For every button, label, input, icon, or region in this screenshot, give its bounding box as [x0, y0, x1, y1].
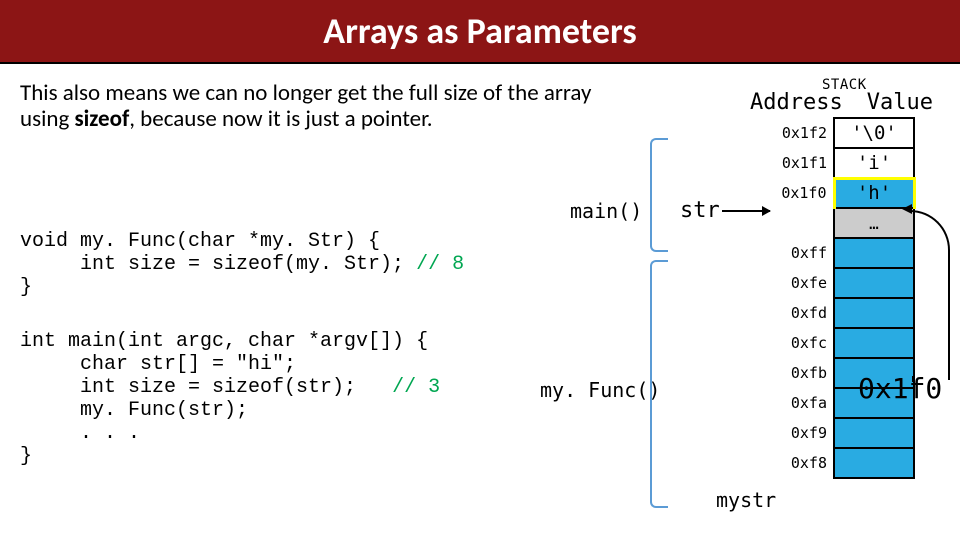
code-line: . . .: [20, 422, 140, 445]
stack-cell-value: 'i': [834, 148, 914, 178]
code-line: int main(int argc, char *argv[]) {: [20, 330, 428, 353]
stack-cell-value: '\0': [834, 118, 914, 148]
code-line: }: [20, 276, 32, 299]
stack-cell-addr: 0xfa: [770, 388, 834, 418]
stack-row: 0xff: [770, 238, 914, 268]
code-line: void my. Func(char *my. Str) {: [20, 230, 380, 253]
stack-cell-addr: 0x1f1: [770, 148, 834, 178]
stack-cell-value: [834, 298, 914, 328]
stack-cell-value: [834, 238, 914, 268]
stack-col-headers: Address Value: [750, 90, 933, 115]
bracket-myfunc: [650, 260, 668, 508]
stack-cell-value: [834, 448, 914, 478]
stack-row: 0xf8: [770, 448, 914, 478]
stack-cell-addr: 0x1f0: [770, 178, 834, 208]
code-line: my. Func(str);: [20, 399, 248, 422]
label-main: main(): [570, 199, 642, 223]
stack-cell-addr: 0xfd: [770, 298, 834, 328]
label-myfunc: my. Func(): [540, 378, 660, 402]
stack-cell-value: [834, 418, 914, 448]
stack-row: 0x1f0'h': [770, 178, 914, 208]
code-main: int main(int argc, char *argv[]) { char …: [20, 330, 580, 468]
arrow-curve-head: [902, 204, 912, 214]
col-address: Address: [750, 90, 843, 115]
stack-row: 0xf9: [770, 418, 914, 448]
stack-cell-addr: 0x1f2: [770, 118, 834, 148]
stack-row: 0x1f2'\0': [770, 118, 914, 148]
stack-cell-value: [834, 268, 914, 298]
stack-cell-addr: 0xfe: [770, 268, 834, 298]
pointer-label-str: str: [680, 198, 720, 223]
stack-cell-addr: [770, 208, 834, 238]
stack-table: 0x1f2'\0'0x1f1'i'0x1f0'h'…0xff0xfe0xfd0x…: [770, 117, 916, 479]
stack-row: 0xfd: [770, 298, 914, 328]
bracket-main: [650, 138, 668, 252]
stack-cell-addr: 0xfc: [770, 328, 834, 358]
stack-cell-addr: 0xfb: [770, 358, 834, 388]
stack-row: 0xfe: [770, 268, 914, 298]
code-comment: // 3: [392, 376, 440, 399]
page-title: Arrays as Parameters: [323, 9, 636, 53]
stack-row: …: [770, 208, 914, 238]
stack-cell-addr: 0xf9: [770, 418, 834, 448]
arrow-curve-tail: [912, 376, 915, 382]
code-line: }: [20, 445, 32, 468]
stack-row: 0xfc: [770, 328, 914, 358]
slide: Arrays as Parameters This also means we …: [0, 0, 960, 540]
stack-cell-addr: 0xf8: [770, 448, 834, 478]
arrow-curve: [910, 210, 950, 380]
pointer-label-mystr: mystr: [716, 488, 776, 512]
code-comment: // 8: [416, 253, 464, 276]
col-value: Value: [867, 90, 933, 115]
stack-row: 0x1f1'i': [770, 148, 914, 178]
code-line: int size = sizeof(str);: [20, 376, 392, 399]
stack-cell-value: [834, 328, 914, 358]
code-line: int size = sizeof(my. Str);: [20, 253, 416, 276]
arrow-str: [722, 210, 770, 212]
stack-cell-addr: 0xff: [770, 238, 834, 268]
code-myfunc: void my. Func(char *my. Str) { int size …: [20, 230, 580, 299]
body-paragraph: This also means we can no longer get the…: [20, 80, 620, 133]
code-line: char str[] = "hi";: [20, 353, 296, 376]
title-bar: Arrays as Parameters: [0, 0, 960, 64]
